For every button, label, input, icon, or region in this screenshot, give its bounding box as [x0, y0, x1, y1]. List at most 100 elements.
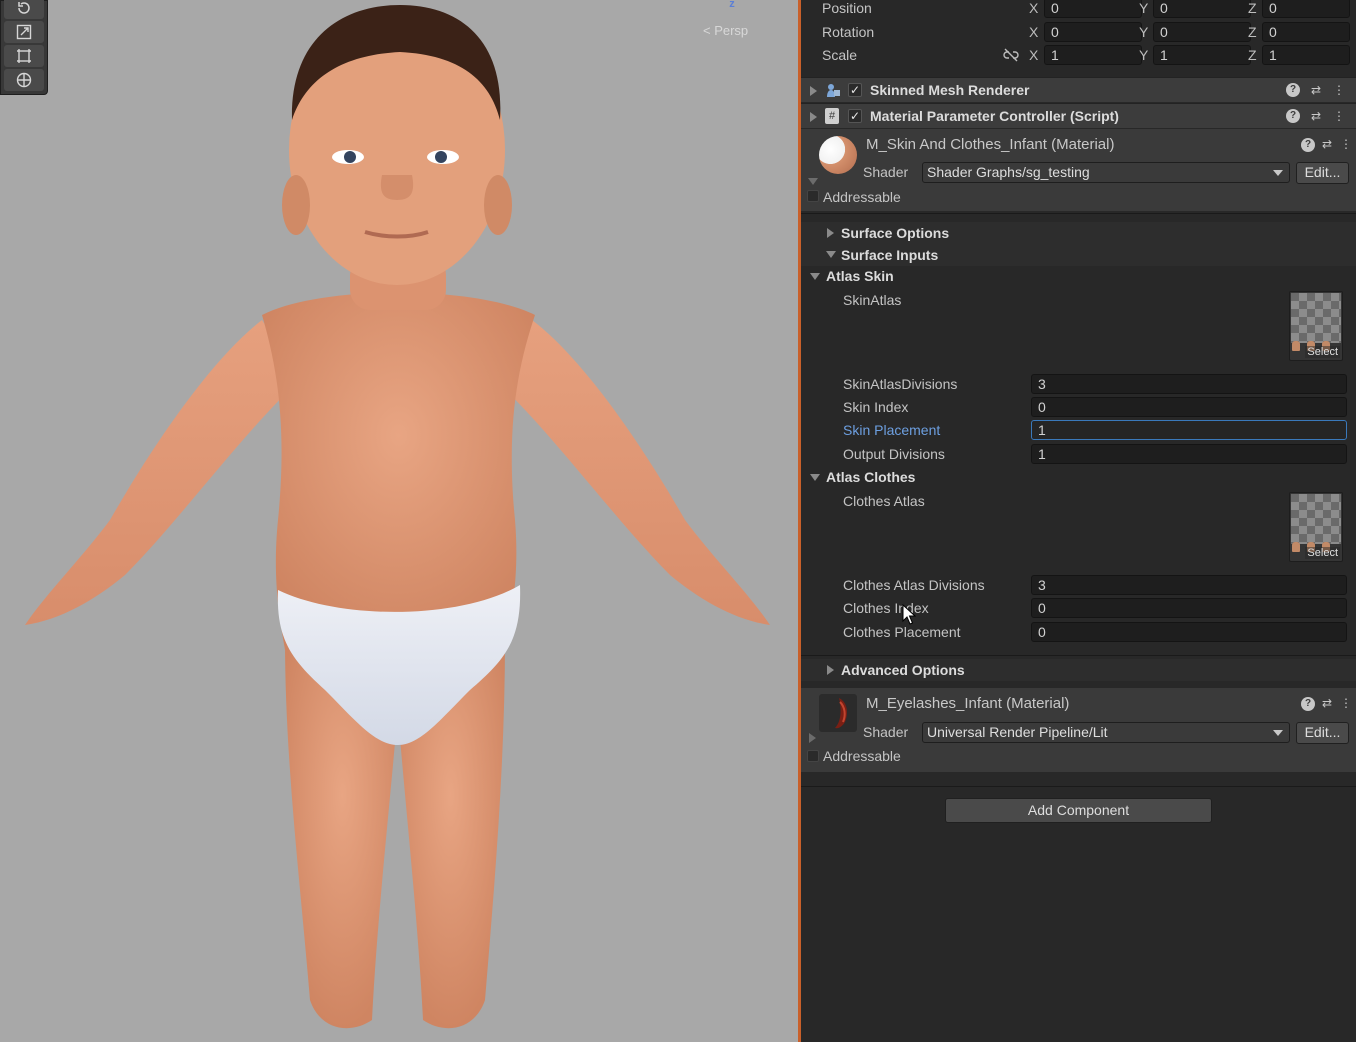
script-icon: # [825, 108, 839, 124]
foldout-surface-options[interactable]: Surface Options [801, 222, 1356, 244]
output-divisions-field[interactable]: 1 [1031, 444, 1347, 464]
help-icon[interactable]: ? [1286, 109, 1300, 123]
presets-icon[interactable]: ⇄ [1309, 109, 1323, 123]
scale-z-field[interactable]: 1 [1262, 45, 1350, 65]
foldout-arrow-icon[interactable] [826, 251, 836, 258]
kebab-menu-icon[interactable]: ⋮ [1332, 83, 1346, 97]
clothes-atlas-label: Clothes Atlas [843, 493, 925, 509]
foldout-surface-inputs[interactable]: Surface Inputs [801, 244, 1356, 266]
material-header-eyelashes: M_Eyelashes_Infant (Material) ? ⇄ ⋮ Shad… [801, 688, 1356, 772]
atlas-skin-title[interactable]: Atlas Skin [826, 268, 894, 284]
rotation-x-field[interactable]: 0 [1044, 22, 1142, 42]
axis-x-label[interactable]: X [1029, 0, 1038, 16]
scale-x-field[interactable]: 1 [1044, 45, 1142, 65]
skin-index-field[interactable]: 0 [1031, 397, 1347, 417]
shader-dropdown-value: Universal Render Pipeline/Lit [927, 724, 1108, 740]
position-y-field[interactable]: 0 [1153, 0, 1251, 18]
addressable-checkbox[interactable] [807, 190, 819, 202]
axis-x-label[interactable]: X [1029, 47, 1038, 63]
transform-label-scale: Scale [822, 47, 858, 63]
material-preview-icon[interactable] [819, 694, 857, 732]
transform-tool-icon[interactable] [4, 69, 44, 91]
shader-dropdown[interactable]: Shader Graphs/sg_testing [922, 162, 1290, 183]
skin-atlas-texture-slot[interactable]: Select [1289, 291, 1343, 361]
material-preview-icon[interactable] [819, 136, 857, 174]
axis-z-label[interactable]: Z [1248, 0, 1257, 16]
clothes-atlas-texture-slot[interactable]: Select [1289, 492, 1343, 562]
scale-y-field[interactable]: 1 [1153, 45, 1251, 65]
axis-y-label[interactable]: Y [1139, 24, 1148, 40]
axis-x-label[interactable]: X [1029, 24, 1038, 40]
help-icon[interactable]: ? [1301, 697, 1315, 711]
property-label-clothes-placement: Clothes Placement [843, 624, 961, 640]
property-label-skin-index: Skin Index [843, 399, 909, 415]
component-header-material-parameter-controller[interactable]: # ✓ Material Parameter Controller (Scrip… [801, 103, 1356, 128]
clothes-placement-field[interactable]: 0 [1031, 622, 1347, 642]
divider [801, 786, 1356, 787]
axis-y-label[interactable]: Y [1139, 0, 1148, 16]
foldout-arrow-icon[interactable] [810, 273, 820, 280]
scene-gizmo-axis[interactable]: z [722, 0, 742, 10]
scene-view[interactable]: z < Persp [0, 0, 798, 1042]
foldout-arrow-icon[interactable] [810, 112, 817, 122]
addressable-checkbox[interactable] [807, 750, 819, 762]
divider [801, 213, 1356, 214]
skin-placement-field[interactable]: 1 [1031, 420, 1347, 440]
section-title: Advanced Options [841, 662, 965, 678]
shader-edit-button[interactable]: Edit... [1296, 722, 1349, 744]
component-title: Skinned Mesh Renderer [870, 82, 1030, 98]
material-title: M_Eyelashes_Infant (Material) [866, 695, 1070, 712]
position-x-field[interactable]: 0 [1044, 0, 1142, 18]
section-title: Surface Inputs [841, 247, 939, 263]
rotation-y-field[interactable]: 0 [1153, 22, 1251, 42]
shader-label: Shader [863, 724, 909, 740]
component-header-skinned-mesh-renderer[interactable]: ✓ Skinned Mesh Renderer ? ⇄ ⋮ [801, 77, 1356, 102]
kebab-menu-icon[interactable]: ⋮ [1339, 696, 1353, 710]
atlas-clothes-title[interactable]: Atlas Clothes [826, 469, 915, 485]
skin-atlas-divisions-field[interactable]: 3 [1031, 374, 1347, 394]
axis-y-label[interactable]: Y [1139, 47, 1148, 63]
kebab-menu-icon[interactable]: ⋮ [1339, 137, 1353, 151]
texture-select-button[interactable]: Select [1305, 346, 1340, 358]
component-enabled-checkbox[interactable]: ✓ [848, 83, 862, 97]
presets-icon[interactable]: ⇄ [1309, 83, 1323, 97]
infant-character-model[interactable] [0, 0, 798, 1042]
foldout-arrow-icon[interactable] [810, 474, 820, 481]
kebab-menu-icon[interactable]: ⋮ [1332, 109, 1346, 123]
component-enabled-checkbox[interactable]: ✓ [848, 109, 862, 123]
texture-preview [1291, 293, 1341, 343]
section-title: Surface Options [841, 225, 950, 241]
presets-icon[interactable]: ⇄ [1320, 696, 1334, 710]
shader-label: Shader [863, 164, 909, 180]
foldout-arrow-icon[interactable] [827, 228, 834, 238]
texture-select-button[interactable]: Select [1305, 547, 1340, 559]
link-scale-icon[interactable] [1003, 48, 1019, 62]
rotation-z-field[interactable]: 0 [1262, 22, 1350, 42]
clothes-atlas-divisions-field[interactable]: 3 [1031, 575, 1347, 595]
position-z-field[interactable]: 0 [1262, 0, 1350, 18]
rotate-tool-icon[interactable] [4, 0, 44, 19]
projection-label[interactable]: < Persp [703, 23, 748, 38]
foldout-arrow-icon[interactable] [810, 86, 817, 96]
add-component-button[interactable]: Add Component [945, 798, 1212, 823]
axis-z-label[interactable]: Z [1248, 24, 1257, 40]
foldout-arrow-icon[interactable] [809, 733, 816, 743]
skinned-mesh-icon [825, 82, 841, 98]
help-icon[interactable]: ? [1286, 83, 1300, 97]
rect-tool-icon[interactable] [4, 45, 44, 67]
foldout-arrow-icon[interactable] [808, 178, 818, 185]
shader-dropdown[interactable]: Universal Render Pipeline/Lit [922, 722, 1290, 743]
property-label-clothes-atlas-divisions: Clothes Atlas Divisions [843, 577, 985, 593]
dropdown-arrow-icon [1273, 730, 1283, 736]
foldout-advanced-options[interactable]: Advanced Options [801, 659, 1356, 681]
property-label-skin-placement: Skin Placement [843, 422, 941, 438]
property-label-skin-atlas-divisions: SkinAtlasDivisions [843, 376, 958, 392]
axis-z-label[interactable]: Z [1248, 47, 1257, 63]
foldout-arrow-icon[interactable] [827, 665, 834, 675]
clothes-index-field[interactable]: 0 [1031, 598, 1347, 618]
shader-edit-button[interactable]: Edit... [1296, 162, 1349, 184]
dropdown-arrow-icon [1273, 170, 1283, 176]
help-icon[interactable]: ? [1301, 138, 1315, 152]
presets-icon[interactable]: ⇄ [1320, 137, 1334, 151]
scale-tool-icon[interactable] [4, 21, 44, 43]
